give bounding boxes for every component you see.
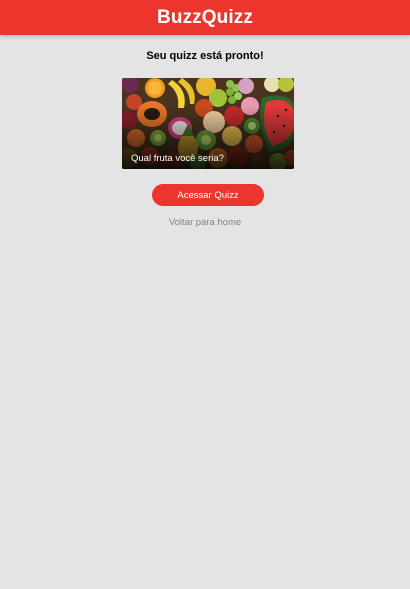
quiz-ready-heading: Seu quizz está pronto! (146, 50, 264, 62)
quiz-card[interactable]: Qual fruta você seria? (122, 78, 294, 169)
quiz-card-title: Qual fruta você seria? (131, 153, 224, 164)
access-quiz-button[interactable]: Acessar Quizz (152, 184, 264, 206)
app-header: BuzzQuizz (0, 0, 410, 35)
brand-title: BuzzQuizz (157, 6, 253, 28)
back-home-link[interactable]: Voltar para home (0, 217, 410, 228)
